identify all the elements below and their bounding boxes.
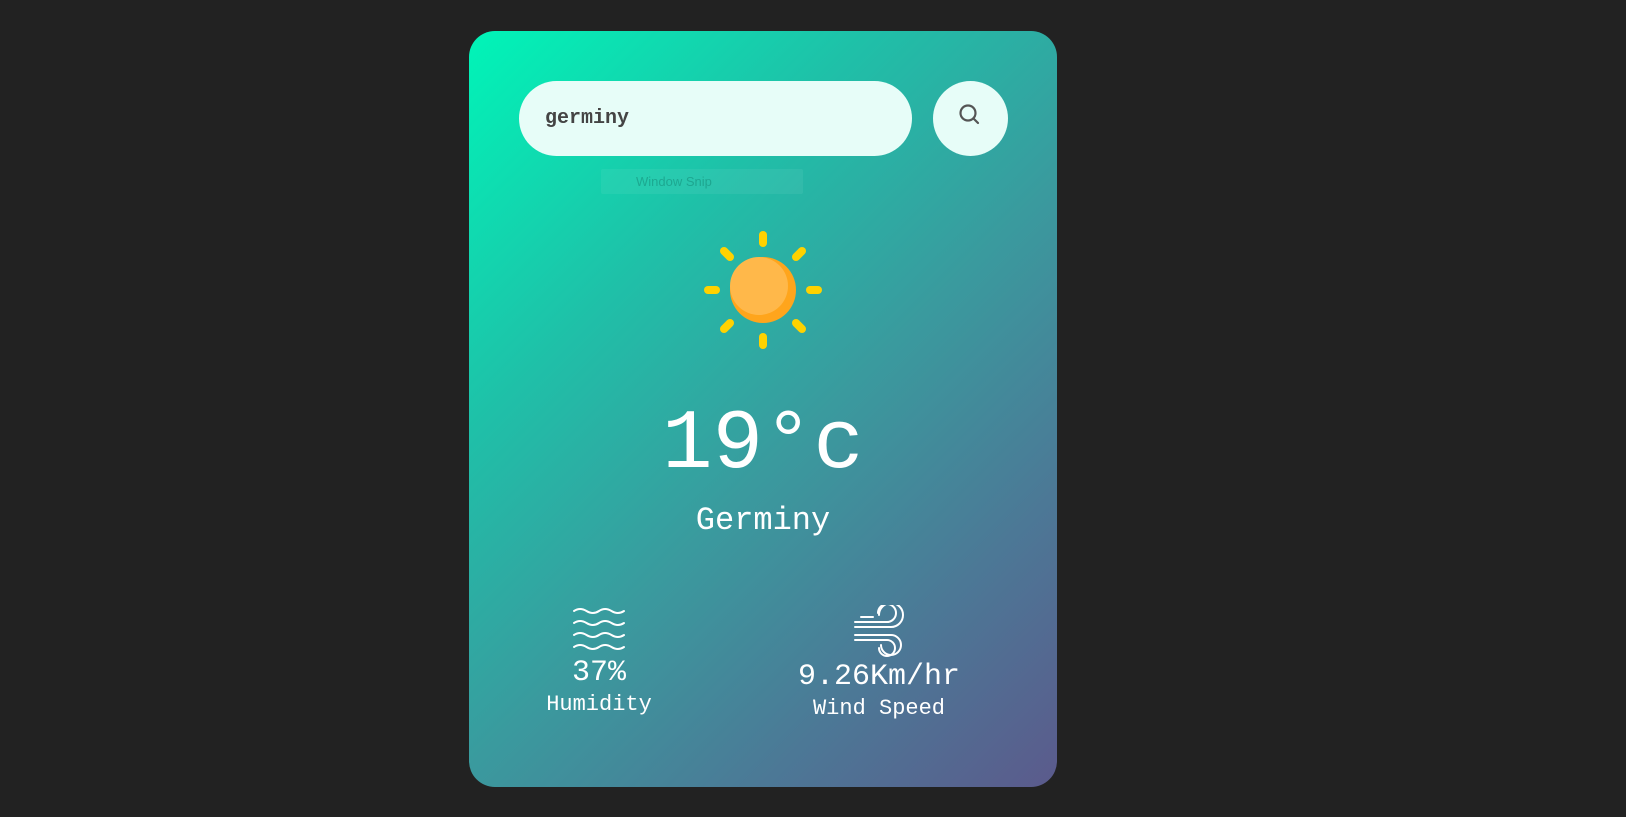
search-input[interactable] <box>519 81 912 156</box>
humidity-icon <box>573 608 625 650</box>
sun-icon <box>704 231 822 349</box>
wind-icon <box>854 605 904 657</box>
city-name: Germiny <box>695 502 831 539</box>
window-snip-tooltip: Window Snip <box>601 169 803 194</box>
humidity-value: 37% <box>571 656 626 690</box>
wind-detail: 9.26Km/hr Wind Speed <box>759 605 999 723</box>
search-button[interactable] <box>933 81 1008 156</box>
humidity-detail: 37% Humidity <box>519 605 679 719</box>
weather-icon-container <box>698 225 828 360</box>
weather-card: Window Snip 19°c Germiny <box>469 31 1057 787</box>
humidity-label: Humidity <box>546 692 652 717</box>
wind-label: Wind Speed <box>812 696 946 721</box>
temperature: 19°c <box>662 398 864 493</box>
search-icon <box>959 104 980 125</box>
wind-value: 9.26Km/hr <box>797 660 961 694</box>
